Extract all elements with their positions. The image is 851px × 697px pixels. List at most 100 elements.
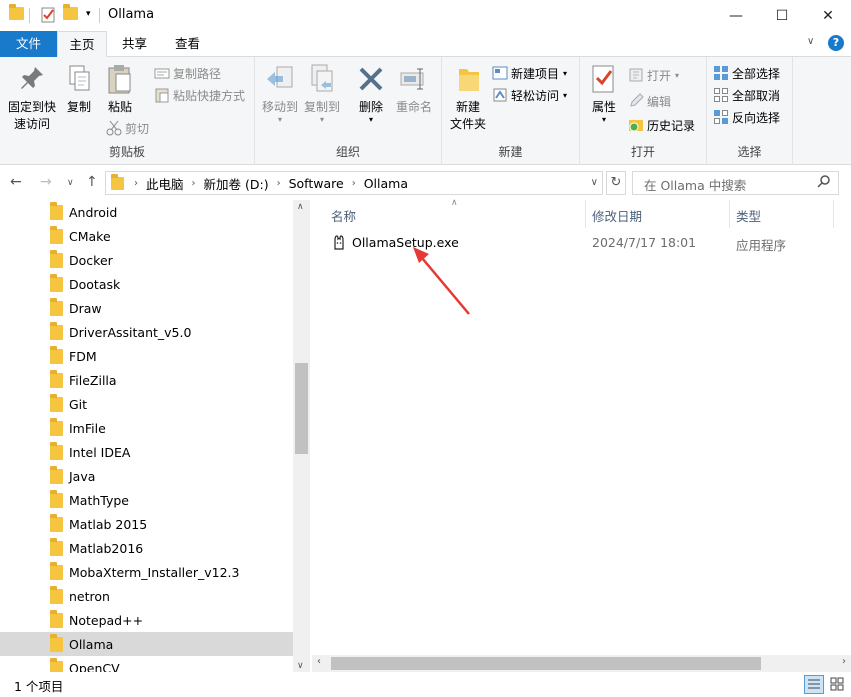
- nav-item[interactable]: Java: [0, 464, 293, 488]
- details-view-icon[interactable]: [804, 675, 824, 694]
- new-item-button[interactable]: 新建项目 ▾: [492, 63, 567, 83]
- copy-label: 复制: [66, 100, 91, 114]
- nav-item[interactable]: Android: [0, 200, 293, 224]
- nav-item-label: Ollama: [69, 636, 114, 652]
- cut-label: 剪切: [125, 121, 150, 136]
- new-folder-button[interactable]: 新建 文件夹: [446, 63, 490, 133]
- folder-icon: [50, 657, 63, 672]
- nav-item[interactable]: Draw: [0, 296, 293, 320]
- nav-item-label: Notepad++: [69, 612, 144, 628]
- nav-item[interactable]: MobaXterm_Installer_v12.3: [0, 560, 293, 584]
- nav-item[interactable]: Docker: [0, 248, 293, 272]
- nav-item[interactable]: Matlab 2015: [0, 512, 293, 536]
- breadcrumb-separator-icon[interactable]: ›: [352, 178, 356, 189]
- nav-item[interactable]: netron: [0, 584, 293, 608]
- large-icons-view-icon[interactable]: [828, 675, 848, 694]
- new-folder-quick-icon[interactable]: [63, 4, 78, 20]
- breadcrumb-this-pc[interactable]: 此电脑: [146, 174, 184, 193]
- nav-item[interactable]: ImFile: [0, 416, 293, 440]
- pin-quick-access-button[interactable]: 固定到快 速访问: [4, 63, 60, 133]
- nav-item[interactable]: OpenCV: [0, 656, 293, 672]
- copy-path-button[interactable]: 复制路径: [154, 63, 221, 83]
- group-select: 全部选择 全部取消 反向选择 选择: [707, 57, 793, 165]
- forward-arrow-icon[interactable]: →: [40, 174, 52, 190]
- column-header-date[interactable]: 修改日期: [592, 206, 642, 225]
- column-header-name[interactable]: 名称: [331, 206, 356, 225]
- column-divider[interactable]: [729, 200, 730, 228]
- breadcrumb-root-chevron-icon[interactable]: ›: [134, 178, 138, 189]
- nav-item[interactable]: FileZilla: [0, 368, 293, 392]
- nav-item[interactable]: Notepad++: [0, 608, 293, 632]
- nav-item[interactable]: DriverAssitant_v5.0: [0, 320, 293, 344]
- scroll-down-chevron-icon[interactable]: ∨: [297, 661, 304, 671]
- file-list: 名称 ∧ 修改日期 类型 OllamaSetup.exe 2024/7/17 1…: [312, 198, 851, 672]
- tab-view[interactable]: 查看: [165, 31, 210, 57]
- nav-item[interactable]: Intel IDEA: [0, 440, 293, 464]
- open-button[interactable]: 打开 ▾: [628, 65, 679, 85]
- paste-button[interactable]: 粘贴: [102, 63, 138, 116]
- breadcrumb-separator-icon[interactable]: ›: [277, 178, 281, 189]
- customize-toolbar-chevron-icon[interactable]: ▾: [86, 9, 91, 19]
- nav-item[interactable]: Matlab2016: [0, 536, 293, 560]
- nav-item[interactable]: Ollama: [0, 632, 293, 656]
- refresh-icon[interactable]: ↻: [606, 171, 626, 195]
- recent-locations-chevron-icon[interactable]: ∨: [67, 178, 74, 188]
- folder-icon: [50, 369, 63, 388]
- scroll-left-chevron-icon[interactable]: ‹: [317, 656, 321, 667]
- rename-button[interactable]: 重命名: [393, 63, 435, 116]
- tab-home[interactable]: 主页: [57, 31, 107, 57]
- properties-button[interactable]: 属性 ▾: [586, 63, 622, 124]
- tab-share[interactable]: 共享: [112, 31, 157, 57]
- nav-item[interactable]: MathType: [0, 488, 293, 512]
- copy-button[interactable]: 复制: [62, 63, 96, 116]
- history-button[interactable]: 历史记录: [628, 115, 695, 135]
- nav-item-label: Draw: [69, 300, 102, 316]
- edit-icon: [628, 93, 644, 109]
- horizontal-scrollbar-thumb[interactable]: [331, 657, 761, 670]
- easy-access-button[interactable]: 轻松访问 ▾: [492, 85, 567, 105]
- invert-selection-button[interactable]: 反向选择: [713, 107, 780, 127]
- folder-icon: [50, 633, 63, 652]
- edit-button[interactable]: 编辑: [628, 91, 671, 111]
- table-row[interactable]: OllamaSetup.exe 2024/7/17 18:01 应用程序: [312, 230, 833, 254]
- scroll-right-chevron-icon[interactable]: ›: [842, 656, 846, 667]
- new-folder-icon: [453, 63, 483, 95]
- copy-to-button[interactable]: 复制到 ▾: [303, 63, 341, 124]
- scroll-up-chevron-icon[interactable]: ∧: [297, 202, 304, 212]
- address-bar[interactable]: › 此电脑 › 新加卷 (D:) › Software › Ollama ∨: [105, 171, 603, 195]
- minimize-button[interactable]: —: [713, 0, 759, 31]
- select-none-button[interactable]: 全部取消: [713, 85, 780, 105]
- nav-item[interactable]: CMake: [0, 224, 293, 248]
- column-header-type[interactable]: 类型: [736, 206, 761, 225]
- rename-icon: [399, 63, 429, 95]
- properties-quick-icon[interactable]: [40, 7, 56, 23]
- tab-file[interactable]: 文件: [0, 31, 57, 57]
- expand-ribbon-chevron-icon[interactable]: ∨: [807, 36, 814, 47]
- breadcrumb-drive-d[interactable]: 新加卷 (D:): [204, 174, 269, 193]
- column-divider[interactable]: [585, 200, 586, 228]
- move-to-button[interactable]: 移动到 ▾: [261, 63, 299, 124]
- cut-button[interactable]: 剪切: [106, 118, 149, 138]
- help-button[interactable]: ?: [828, 35, 844, 51]
- nav-item[interactable]: Dootask: [0, 272, 293, 296]
- paste-shortcut-button[interactable]: 粘贴快捷方式: [154, 85, 245, 105]
- file-list-horizontal-scrollbar[interactable]: ‹ ›: [312, 655, 851, 672]
- nav-item[interactable]: FDM: [0, 344, 293, 368]
- navigation-scrollbar[interactable]: ∧ ∨: [293, 200, 310, 672]
- address-folder-icon: [111, 173, 124, 190]
- search-input[interactable]: 在 Ollama 中搜索: [632, 171, 839, 195]
- nav-item[interactable]: Git: [0, 392, 293, 416]
- select-all-button[interactable]: 全部选择: [713, 63, 780, 83]
- breadcrumb-ollama[interactable]: Ollama: [364, 176, 408, 191]
- breadcrumb-separator-icon[interactable]: ›: [192, 178, 196, 189]
- delete-button[interactable]: 删除 ▾: [353, 63, 389, 124]
- up-arrow-icon[interactable]: ↑: [86, 174, 98, 190]
- address-history-chevron-icon[interactable]: ∨: [591, 177, 598, 188]
- back-arrow-icon[interactable]: ←: [10, 174, 22, 190]
- breadcrumb-software[interactable]: Software: [289, 176, 344, 191]
- invert-selection-label: 反向选择: [732, 110, 781, 125]
- close-button[interactable]: ✕: [805, 0, 851, 31]
- navigation-scrollbar-thumb[interactable]: [295, 363, 308, 454]
- nav-item-label: Java: [69, 468, 96, 484]
- maximize-button[interactable]: ☐: [759, 0, 805, 31]
